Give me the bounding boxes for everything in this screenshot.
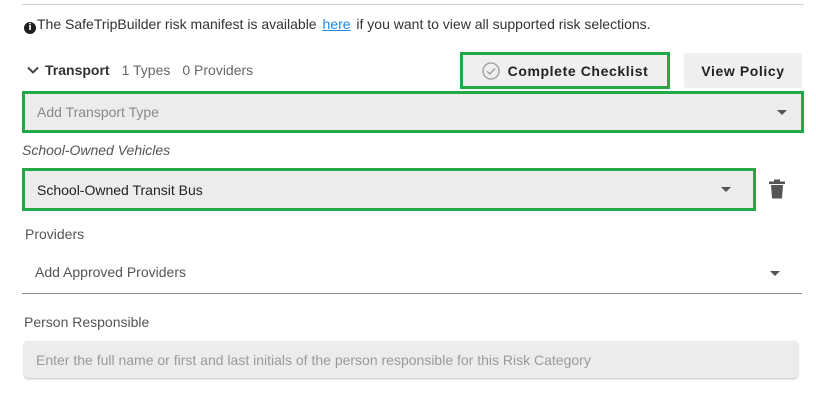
risk-manifest-link[interactable]: here [321, 16, 353, 32]
info-icon: i [24, 22, 36, 34]
view-policy-label: View Policy [701, 62, 785, 79]
risk-manifest-notice: i The SafeTripBuilder risk manifest is av… [24, 16, 651, 34]
providers-select[interactable]: Add Approved Providers [22, 256, 802, 294]
types-count: 1 Types [121, 62, 171, 78]
section-title: Transport [45, 62, 110, 78]
vehicle-group-label: School-Owned Vehicles [22, 142, 171, 158]
check-circle-icon [481, 61, 500, 80]
notice-text-before: The SafeTripBuilder risk manifest is ava… [37, 16, 321, 32]
top-divider [22, 4, 804, 5]
trash-icon[interactable] [768, 179, 786, 199]
dropdown-arrow-icon [770, 271, 780, 276]
complete-checklist-label: Complete Checklist [507, 62, 649, 79]
view-policy-button[interactable]: View Policy [684, 53, 802, 88]
dropdown-arrow-icon [721, 187, 731, 192]
person-responsible-input[interactable] [24, 341, 798, 378]
complete-checklist-button[interactable]: Complete Checklist [460, 52, 670, 89]
transport-type-placeholder: Add Transport Type [37, 104, 159, 120]
providers-label: Providers [25, 226, 85, 242]
person-responsible-label: Person Responsible [24, 314, 150, 330]
transport-type-select[interactable]: Add Transport Type [22, 91, 804, 133]
vehicle-type-value: School-Owned Transit Bus [37, 181, 203, 198]
vehicle-type-select[interactable]: School-Owned Transit Bus [22, 168, 756, 211]
chevron-down-icon[interactable] [26, 63, 40, 77]
dropdown-arrow-icon [777, 110, 787, 115]
transport-section-header[interactable]: Transport 1 Types 0 Providers [26, 60, 265, 80]
providers-count: 0 Providers [182, 62, 254, 78]
providers-placeholder: Add Approved Providers [35, 264, 186, 280]
notice-text-after: if you want to view all supported risk s… [352, 16, 651, 32]
